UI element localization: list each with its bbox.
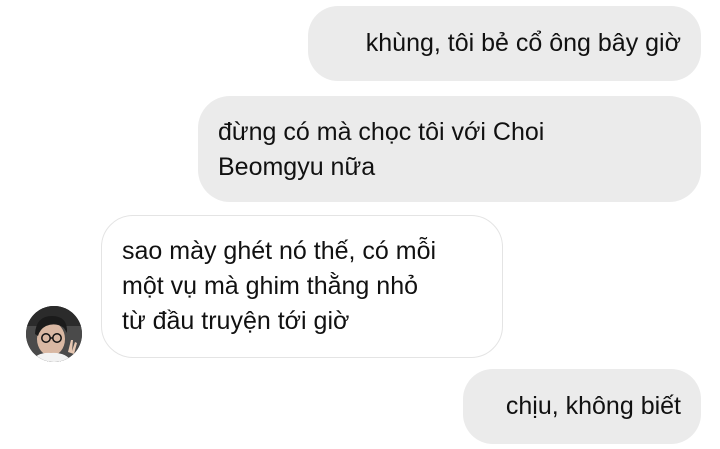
incoming-message-bubble[interactable]: sao mày ghét nó thế, có mỗi một vụ mà gh…	[101, 215, 503, 358]
contact-avatar[interactable]	[26, 306, 82, 362]
outgoing-message-bubble[interactable]: chịu, không biết	[463, 369, 701, 444]
outgoing-message-bubble[interactable]: khùng, tôi bẻ cổ ông bây giờ	[308, 6, 701, 81]
avatar-photo-icon	[26, 306, 82, 362]
outgoing-message-bubble[interactable]: đừng có mà chọc tôi với Choi Beomgyu nữa	[198, 96, 701, 202]
